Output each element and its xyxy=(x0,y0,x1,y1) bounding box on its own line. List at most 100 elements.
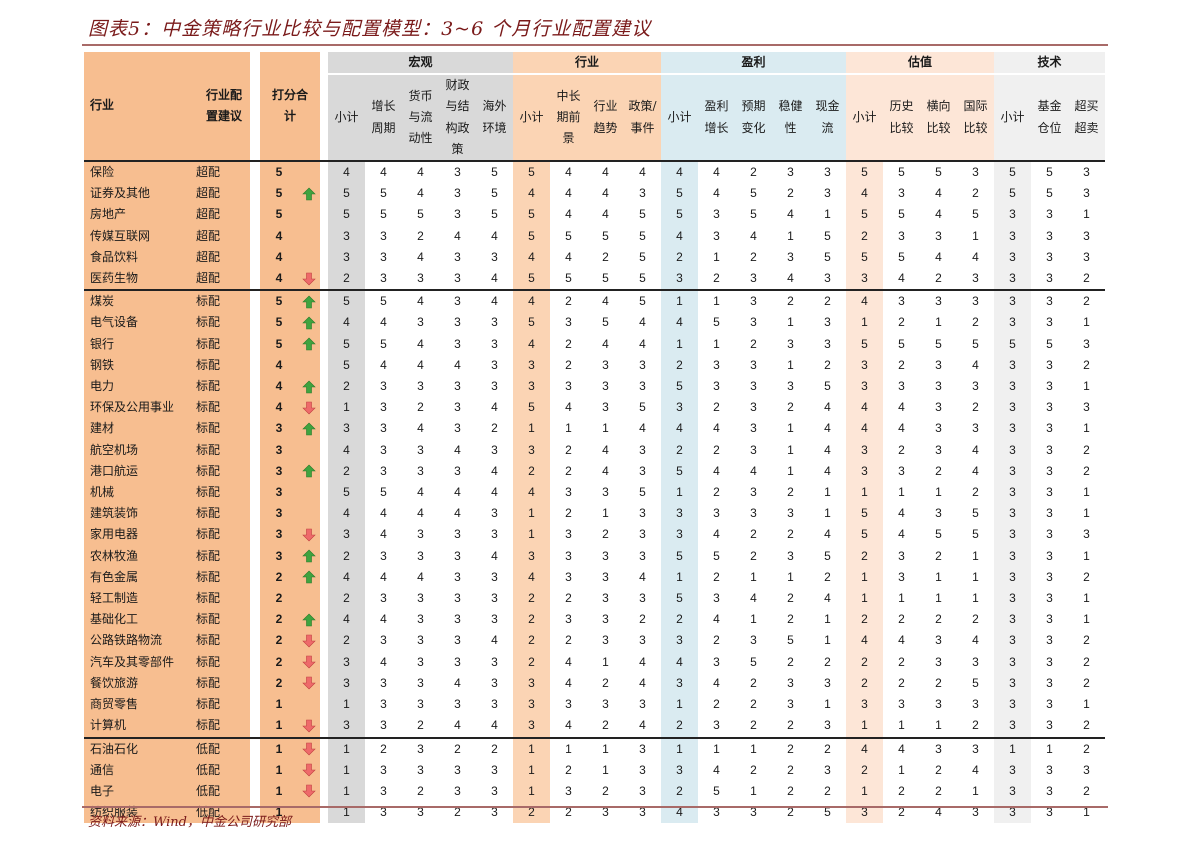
recommendation: 标配 xyxy=(196,694,250,716)
profit-score-2: 3 xyxy=(750,485,757,500)
industry-score-3: 3 xyxy=(639,506,646,521)
profit-score-0: 4 xyxy=(661,418,698,440)
macro-score-1: 3 xyxy=(380,463,387,478)
profit-score-4: 3 xyxy=(824,271,831,286)
gap xyxy=(320,204,328,226)
valuation-score-2: 1 xyxy=(935,569,942,584)
valuation-score-1: 5 xyxy=(898,336,905,351)
profit-score-2: 2 xyxy=(750,527,757,542)
macro-score-3: 3 xyxy=(439,289,476,312)
macro-score-0: 2 xyxy=(328,545,365,567)
technical-score-2: 2 xyxy=(1083,783,1090,798)
group-header-valuation: 估值 xyxy=(846,52,994,76)
valuation-score-0: 2 xyxy=(846,672,883,695)
technical-score-0: 3 xyxy=(994,312,1031,334)
valuation-score-3: 3 xyxy=(972,379,979,394)
total-score: 4 xyxy=(260,246,298,269)
industry-score-3: 5 xyxy=(624,289,661,312)
valuation-score-2: 3 xyxy=(935,228,942,243)
recommendation: 标配 xyxy=(196,460,250,483)
total-score: 3 xyxy=(260,460,298,483)
subheader-industry-1: 中长期前景 xyxy=(550,75,587,161)
valuation-score-0: 2 xyxy=(846,225,883,247)
industry-name: 食品饮料 xyxy=(84,246,196,269)
industry-score-0: 3 xyxy=(513,354,550,377)
industry-name: 医药生物 xyxy=(84,268,196,290)
industry-score-3: 4 xyxy=(639,718,646,733)
profit-score-4: 2 xyxy=(824,569,831,584)
industry-name: 煤炭 xyxy=(84,289,196,313)
valuation-score-1: 3 xyxy=(898,463,905,478)
arrow-up-icon xyxy=(302,422,316,436)
profit-score-3: 2 xyxy=(772,289,809,312)
profit-score-4: 4 xyxy=(824,591,831,606)
industry-name: 有色金属 xyxy=(84,566,196,589)
industry-score-1: 4 xyxy=(565,249,572,264)
valuation-score-0: 5 xyxy=(846,246,883,269)
macro-score-1: 4 xyxy=(380,506,387,521)
valuation-score-0: 5 xyxy=(846,160,883,184)
profit-score-3: 2 xyxy=(787,718,794,733)
total-score: 5 xyxy=(260,204,298,226)
profit-score-3: 3 xyxy=(772,160,809,183)
table-row: 计算机 标配 1 3 3 2 4 4 3 4 2 4 2 3 2 2 3 1 1 1 2 3 3 2 xyxy=(84,715,1179,737)
gap xyxy=(320,672,328,695)
industry-score-3: 3 xyxy=(639,463,646,478)
macro-score-1: 3 xyxy=(380,442,387,457)
table-row: 有色金属 标配 2 4 4 4 3 3 4 3 3 4 1 2 1 1 2 1 3 1 1 3 3 2 xyxy=(84,566,1179,589)
recommendation: 标配 xyxy=(196,672,250,695)
gap xyxy=(320,333,328,355)
arrow-up-icon xyxy=(302,380,316,394)
table-row: 煤炭 标配 5 5 5 4 3 4 4 2 4 5 1 1 3 2 2 4 3 3 3 3 3 2 xyxy=(84,289,1179,313)
industry-name: 家用电器 xyxy=(84,524,196,546)
macro-score-1: 4 xyxy=(380,612,387,627)
valuation-score-0: 2 xyxy=(846,759,883,781)
trend-cell xyxy=(298,609,320,631)
table-row: 轻工制造 标配 2 2 3 3 3 3 2 2 3 3 5 3 4 2 4 1 1 1 1 3 3 1 xyxy=(84,588,1179,610)
technical-score-0: 5 xyxy=(994,333,1031,355)
technical-score-2: 3 xyxy=(1068,160,1105,183)
macro-score-2: 3 xyxy=(417,675,424,690)
valuation-score-2: 3 xyxy=(920,289,957,312)
arrow-up-icon xyxy=(302,316,316,330)
industry-name: 电子 xyxy=(84,780,196,803)
industry-name: 建材 xyxy=(84,418,196,440)
gap xyxy=(250,333,260,355)
profit-score-4: 2 xyxy=(809,736,846,760)
technical-score-2: 1 xyxy=(1083,379,1090,394)
arrow-down-icon xyxy=(302,272,316,286)
profit-score-3: 1 xyxy=(787,315,794,330)
valuation-score-2: 2 xyxy=(935,783,942,798)
profit-score-0: 5 xyxy=(661,183,698,205)
industry-score-2: 4 xyxy=(602,336,609,351)
total-score: 4 xyxy=(260,354,298,377)
industry-score-2: 3 xyxy=(602,485,609,500)
macro-score-1: 5 xyxy=(380,336,387,351)
industry-score-2: 3 xyxy=(602,591,609,606)
source-note: 资料来源：Wind，中金公司研究部 xyxy=(88,815,291,830)
profit-score-0: 4 xyxy=(661,651,698,673)
recommendation: 标配 xyxy=(196,439,250,461)
technical-score-0: 3 xyxy=(994,715,1031,737)
macro-score-2: 2 xyxy=(417,228,424,243)
trend-cell xyxy=(298,183,320,205)
gap xyxy=(320,524,328,546)
technical-score-0: 3 xyxy=(994,439,1031,461)
profit-score-0: 1 xyxy=(661,566,698,589)
industry-score-3: 5 xyxy=(639,485,646,500)
profit-score-1: 3 xyxy=(713,228,720,243)
technical-score-0: 3 xyxy=(994,588,1031,610)
table-row: 证券及其他 超配 5 5 5 4 3 5 4 4 4 3 5 4 5 2 3 4 3 4 2 5 5 3 xyxy=(84,183,1179,205)
macro-score-1: 3 xyxy=(380,675,387,690)
profit-score-2: 1 xyxy=(750,612,757,627)
macro-score-0: 5 xyxy=(328,183,365,205)
technical-score-2: 1 xyxy=(1083,207,1090,222)
total-score: 5 xyxy=(260,160,298,184)
gap xyxy=(320,566,328,589)
technical-score-1: 3 xyxy=(1031,289,1068,312)
valuation-score-2: 2 xyxy=(935,612,942,627)
valuation-score-3: 2 xyxy=(972,718,979,733)
technical-score-2: 1 xyxy=(1083,697,1090,712)
macro-score-2: 2 xyxy=(417,400,424,415)
technical-score-1: 3 xyxy=(1046,633,1053,648)
